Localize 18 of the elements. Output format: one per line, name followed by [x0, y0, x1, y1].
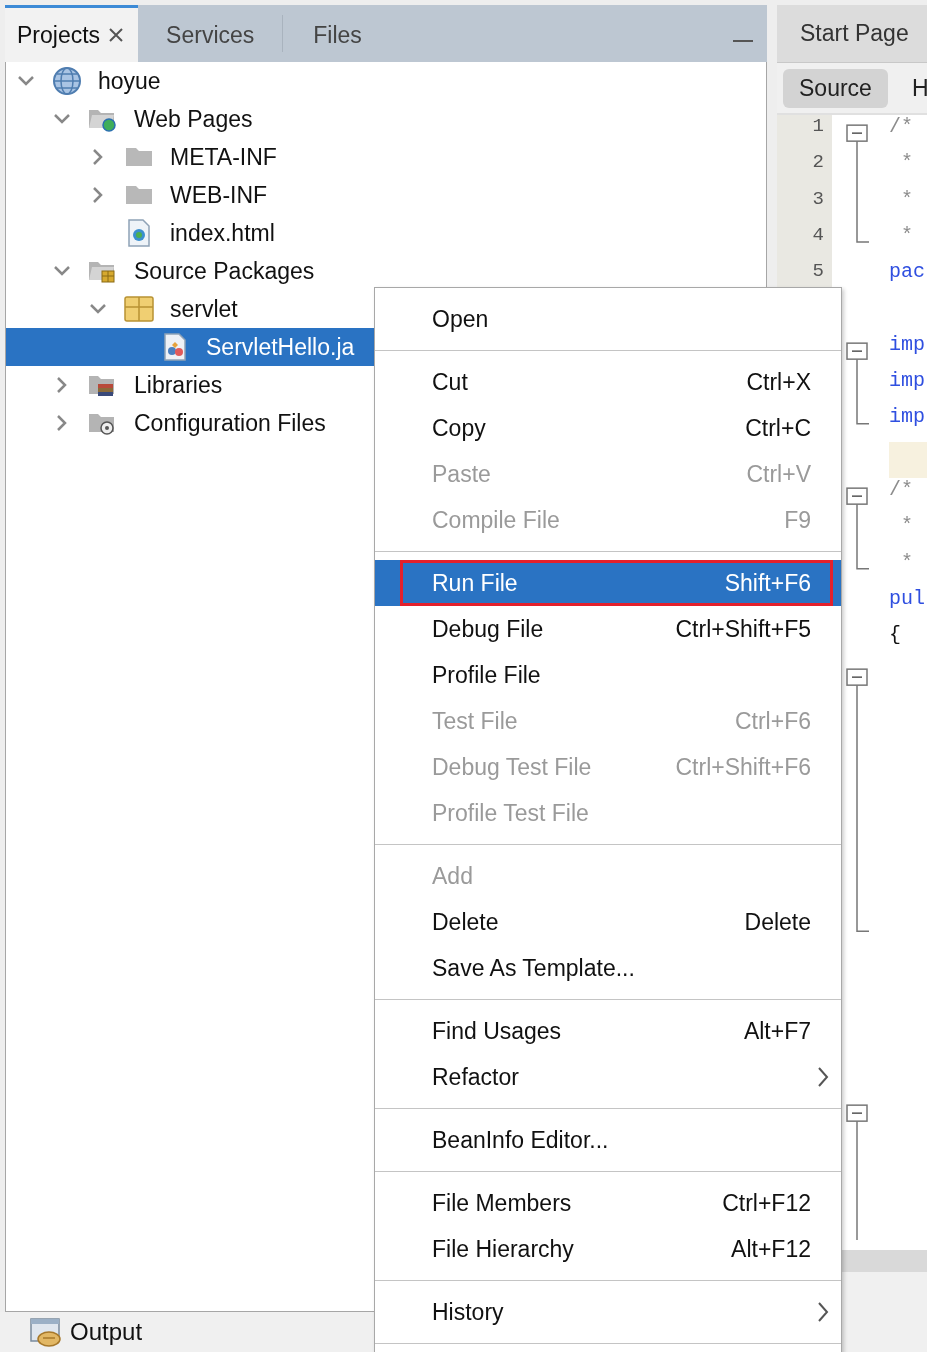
line-number: 5: [812, 260, 824, 283]
code-text: /*: [889, 115, 913, 138]
line-number: 2: [812, 151, 824, 174]
code-text: {: [889, 623, 901, 647]
code-text: imp: [889, 369, 925, 393]
code-text: imp: [889, 405, 925, 429]
line-number: 1: [812, 115, 824, 137]
code-text: /*: [889, 477, 913, 501]
line-number: 4: [812, 223, 824, 246]
code-text: *: [900, 223, 913, 247]
code-text: *: [900, 550, 913, 574]
code-text: pul: [889, 586, 925, 610]
line-number: 3: [812, 187, 824, 210]
code-text: *: [900, 151, 913, 175]
code-text: pac: [889, 260, 925, 284]
code-text: imp: [889, 332, 925, 356]
code-text: *: [900, 187, 913, 211]
code-text: *: [900, 514, 913, 538]
